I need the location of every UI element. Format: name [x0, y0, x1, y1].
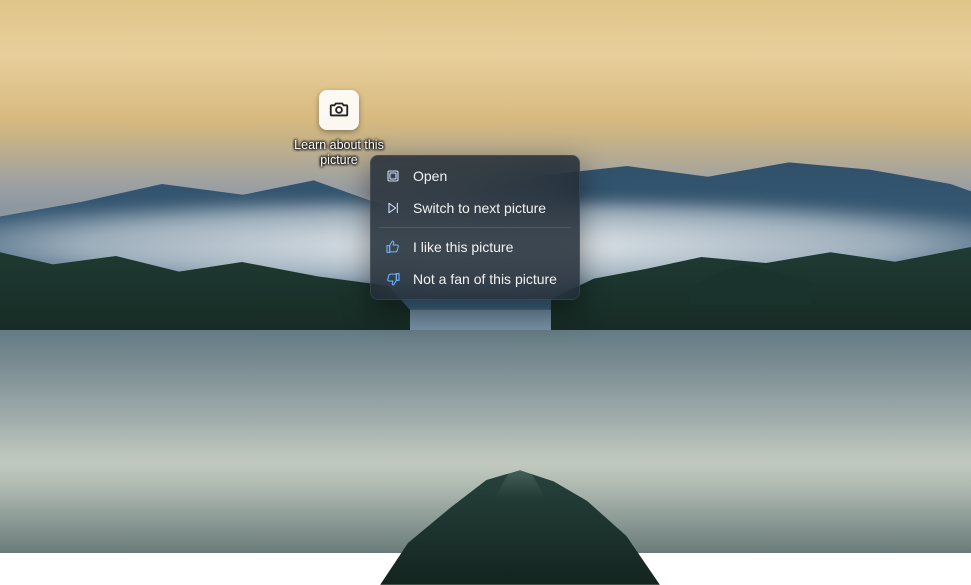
next-picture-icon	[385, 200, 401, 216]
camera-icon	[328, 98, 350, 123]
menu-item-label: I like this picture	[413, 239, 513, 255]
menu-item-switch-next-picture[interactable]: Switch to next picture	[375, 192, 575, 224]
menu-item-label: Open	[413, 168, 447, 184]
menu-item-not-fan-picture[interactable]: Not a fan of this picture	[375, 263, 575, 295]
wallpaper-reflection	[0, 330, 971, 450]
menu-item-label: Not a fan of this picture	[413, 271, 557, 287]
thumbs-down-icon	[385, 271, 401, 287]
spotlight-desktop-icon[interactable]	[319, 90, 359, 130]
menu-separator	[379, 227, 571, 228]
spotlight-context-menu: Open Switch to next picture I like this …	[370, 155, 580, 300]
open-icon	[385, 168, 401, 184]
menu-item-like-picture[interactable]: I like this picture	[375, 231, 575, 263]
menu-item-open[interactable]: Open	[375, 160, 575, 192]
menu-item-label: Switch to next picture	[413, 200, 546, 216]
thumbs-up-icon	[385, 239, 401, 255]
